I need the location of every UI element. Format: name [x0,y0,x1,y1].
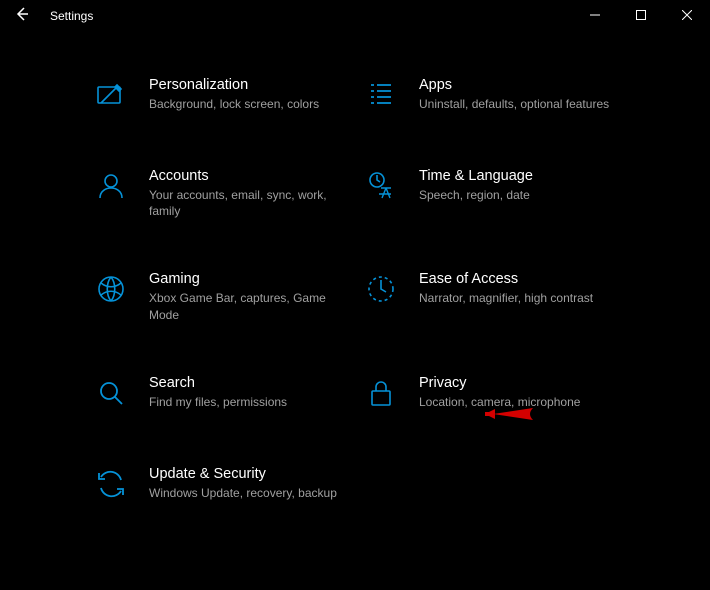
category-desc: Uninstall, defaults, optional features [419,96,609,112]
settings-categories: Personalization Background, lock screen,… [0,32,710,535]
category-time-language[interactable]: Time & Language Speech, region, date [365,168,625,219]
category-desc: Find my files, permissions [149,394,287,410]
category-title: Update & Security [149,466,337,482]
category-apps[interactable]: Apps Uninstall, defaults, optional featu… [365,77,625,116]
category-desc: Background, lock screen, colors [149,96,319,112]
category-title: Gaming [149,271,355,287]
privacy-icon [365,375,403,414]
category-desc: Narrator, magnifier, high contrast [419,290,593,306]
minimize-button[interactable] [572,0,618,32]
gaming-icon [95,271,133,310]
category-title: Search [149,375,287,391]
category-desc: Your accounts, email, sync, work, family [149,187,355,219]
category-personalization[interactable]: Personalization Background, lock screen,… [95,77,355,116]
category-desc: Xbox Game Bar, captures, Game Mode [149,290,355,322]
personalization-icon [95,77,133,116]
category-title: Personalization [149,77,319,93]
close-icon [682,7,692,25]
category-title: Accounts [149,168,355,184]
search-icon [95,375,133,414]
category-accounts[interactable]: Accounts Your accounts, email, sync, wor… [95,168,355,219]
update-security-icon [95,466,133,505]
ease-of-access-icon [365,271,403,310]
time-language-icon [365,168,403,207]
category-update-security[interactable]: Update & Security Windows Update, recove… [95,466,355,505]
arrow-left-icon [14,6,30,27]
close-button[interactable] [664,0,710,32]
category-gaming[interactable]: Gaming Xbox Game Bar, captures, Game Mod… [95,271,355,322]
category-desc: Location, camera, microphone [419,394,580,410]
category-desc: Windows Update, recovery, backup [149,485,337,501]
category-title: Ease of Access [419,271,593,287]
apps-icon [365,77,403,116]
back-button[interactable] [0,0,44,32]
maximize-button[interactable] [618,0,664,32]
category-search[interactable]: Search Find my files, permissions [95,375,355,414]
category-privacy[interactable]: Privacy Location, camera, microphone [365,375,625,414]
maximize-icon [636,7,646,25]
titlebar: Settings [0,0,710,32]
window-controls [572,0,710,32]
window-title: Settings [44,9,93,23]
category-ease-of-access[interactable]: Ease of Access Narrator, magnifier, high… [365,271,625,322]
accounts-icon [95,168,133,207]
category-title: Time & Language [419,168,533,184]
category-desc: Speech, region, date [419,187,533,203]
category-title: Privacy [419,375,580,391]
category-title: Apps [419,77,609,93]
minimize-icon [590,7,600,25]
